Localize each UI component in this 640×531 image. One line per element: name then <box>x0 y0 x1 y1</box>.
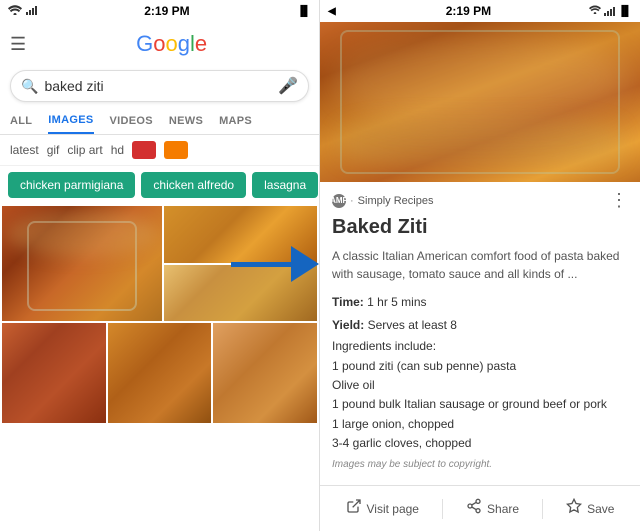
navigation-arrow <box>231 246 319 282</box>
ingredients-title: Ingredients include: <box>332 339 628 353</box>
left-panel: 2:19 PM ▐▌ ☰ Google 🔍 baked ziti 🎤 ALL I… <box>0 0 320 531</box>
right-status-right: ▐▌ <box>589 5 632 17</box>
filter-gif[interactable]: gif <box>47 143 60 157</box>
copyright-note: Images may be subject to copyright. <box>332 459 628 470</box>
chip-lasagna[interactable]: lasagna <box>252 172 318 198</box>
filter-latest[interactable]: latest <box>10 143 39 157</box>
divider-2 <box>542 499 543 519</box>
share-label: Share <box>487 502 519 516</box>
tab-news[interactable]: NEWS <box>169 109 203 133</box>
grid-row-2 <box>2 323 317 423</box>
ingredient-2: Olive oil <box>332 376 628 395</box>
yield-label: Yield: <box>332 318 364 332</box>
tab-maps[interactable]: MAPS <box>219 109 252 133</box>
image-5[interactable] <box>108 323 212 423</box>
filter-clipart[interactable]: clip art <box>67 143 102 157</box>
recipe-image <box>320 22 640 182</box>
image-4[interactable] <box>2 323 106 423</box>
wifi-icon <box>8 5 22 18</box>
filter-hd[interactable]: hd <box>111 143 124 157</box>
recipe-source: AMP · Simply Recipes <box>332 194 433 208</box>
share-button[interactable]: Share <box>458 494 527 523</box>
share-icon <box>466 498 482 519</box>
image-grid <box>0 204 319 531</box>
filter-orange-swatch[interactable] <box>164 141 188 159</box>
amp-icon: AMP <box>332 194 346 208</box>
star-icon <box>566 498 582 519</box>
left-status-left <box>8 5 37 18</box>
recipe-meta: AMP · Simply Recipes ⋮ <box>332 190 628 211</box>
right-time: 2:19 PM <box>446 4 491 18</box>
left-time: 2:19 PM <box>144 4 189 18</box>
ingredient-3: 1 pound bulk Italian sausage or ground b… <box>332 395 628 414</box>
suggestion-chips: chicken parmigiana chicken alfredo lasag… <box>0 166 319 204</box>
ingredient-4: 1 large onion, chopped <box>332 415 628 434</box>
save-button[interactable]: Save <box>558 494 622 523</box>
tab-videos[interactable]: VIDEOS <box>110 109 153 133</box>
recipe-title: Baked Ziti <box>332 215 628 239</box>
right-battery-icon: ▐▌ <box>618 6 632 17</box>
header: ☰ Google <box>0 22 319 66</box>
ingredient-1: 1 pound ziti (can sub penne) pasta <box>332 357 628 376</box>
signal-icon <box>26 5 37 18</box>
search-bar[interactable]: 🔍 baked ziti 🎤 <box>10 70 309 102</box>
search-icon: 🔍 <box>21 78 38 95</box>
tab-all[interactable]: ALL <box>10 109 32 133</box>
recipe-time: Time: 1 hr 5 mins <box>332 293 628 311</box>
time-value: 1 hr 5 mins <box>367 295 426 309</box>
search-tabs: ALL IMAGES VIDEOS NEWS MAPS <box>0 108 319 135</box>
more-options-icon[interactable]: ⋮ <box>610 190 628 211</box>
visit-page-button[interactable]: Visit page <box>338 494 427 523</box>
tab-images[interactable]: IMAGES <box>48 108 93 134</box>
right-wifi-icon <box>589 5 601 17</box>
yield-value: Serves at least 8 <box>368 318 457 332</box>
ingredient-5: 3-4 garlic cloves, chopped <box>332 434 628 453</box>
recipe-description: A classic Italian American comfort food … <box>332 247 628 283</box>
time-label: Time: <box>332 295 364 309</box>
chip-chicken-alfredo[interactable]: chicken alfredo <box>141 172 246 198</box>
left-status-right: ▐▌ <box>297 6 311 17</box>
source-separator: · <box>350 195 354 207</box>
source-name: Simply Recipes <box>358 195 434 207</box>
menu-button[interactable]: ☰ <box>10 34 26 55</box>
filter-row: latest gif clip art hd <box>0 135 319 166</box>
left-status-bar: 2:19 PM ▐▌ <box>0 0 319 22</box>
right-panel: ◀ 2:19 PM ▐▌ <box>320 0 640 531</box>
google-logo: Google <box>136 31 207 57</box>
search-query[interactable]: baked ziti <box>44 78 278 94</box>
chip-chicken-parmigiana[interactable]: chicken parmigiana <box>8 172 135 198</box>
image-1[interactable] <box>2 206 162 321</box>
right-signal-icon <box>604 6 615 16</box>
divider-1 <box>442 499 443 519</box>
mic-icon[interactable]: 🎤 <box>278 76 298 96</box>
visit-page-label: Visit page <box>367 502 419 516</box>
right-status-bar: ◀ 2:19 PM ▐▌ <box>320 0 640 22</box>
image-6[interactable] <box>213 323 317 423</box>
right-nav-icon: ◀ <box>328 6 336 17</box>
save-label: Save <box>587 502 614 516</box>
filter-red-swatch[interactable] <box>132 141 156 159</box>
recipe-content: AMP · Simply Recipes ⋮ Baked Ziti A clas… <box>320 182 640 485</box>
battery-icon: ▐▌ <box>297 6 311 17</box>
recipe-yield: Yield: Serves at least 8 <box>332 316 628 334</box>
action-bar: Visit page Share Save <box>320 485 640 531</box>
right-status-left: ◀ <box>328 5 348 17</box>
external-link-icon <box>346 498 362 519</box>
